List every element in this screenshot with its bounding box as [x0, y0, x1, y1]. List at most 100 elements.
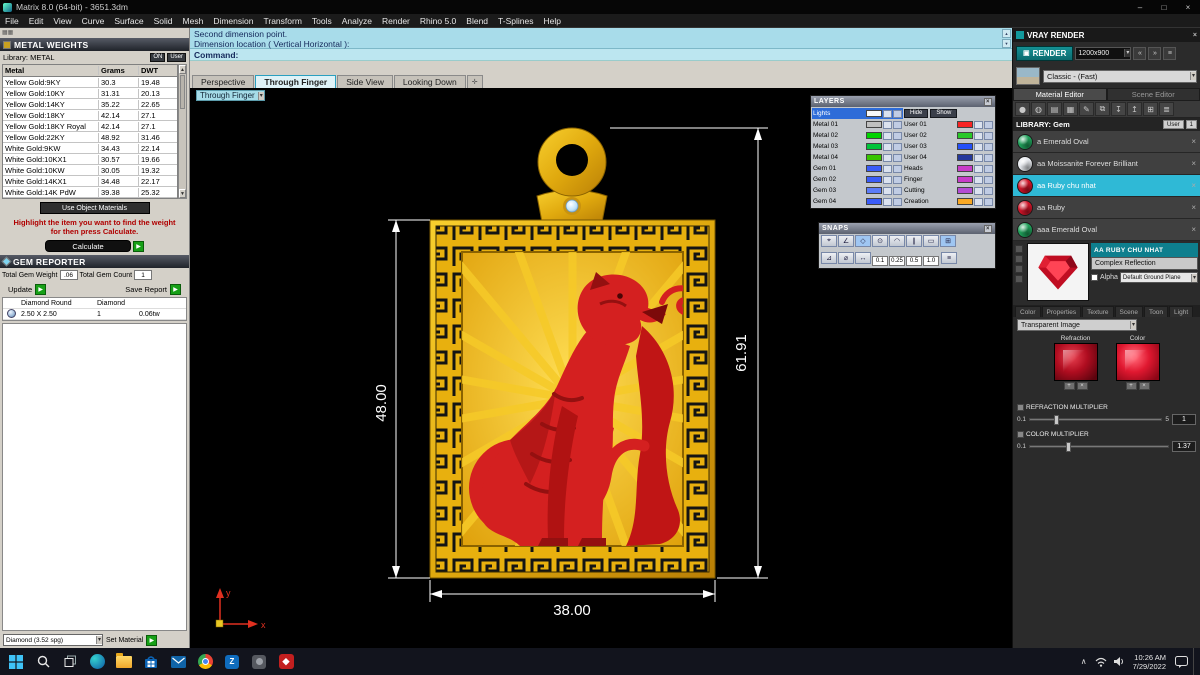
- network-icon[interactable]: [1094, 650, 1108, 674]
- edge-icon[interactable]: [85, 650, 109, 674]
- refraction-add-icon[interactable]: +: [1063, 382, 1075, 390]
- material-property-tab[interactable]: Scene: [1114, 306, 1143, 317]
- menu-item[interactable]: Analyze: [337, 16, 377, 26]
- scroll-up-icon[interactable]: ▲: [1002, 29, 1011, 38]
- layer-visibility-toggle[interactable]: [883, 164, 892, 173]
- menu-item[interactable]: Curve: [77, 16, 110, 26]
- render-settings-icon[interactable]: ≡: [1163, 46, 1177, 60]
- snaps-close-icon[interactable]: ×: [984, 224, 992, 233]
- menu-item[interactable]: T-Splines: [493, 16, 538, 26]
- distance-snap-icon[interactable]: ↔: [855, 252, 871, 264]
- planar-snap-icon[interactable]: ▭: [923, 235, 939, 247]
- material-delete-icon[interactable]: ×: [1191, 159, 1196, 168]
- chevron-down-icon[interactable]: ▾: [1190, 273, 1197, 282]
- taskbar-clock[interactable]: 10:26 AM 7/29/2022: [1130, 653, 1169, 671]
- update-button[interactable]: ▶: [35, 283, 47, 295]
- layer-visibility-toggle[interactable]: [974, 153, 983, 162]
- grid-snap-icon[interactable]: ⌖: [821, 235, 837, 247]
- chevron-down-icon[interactable]: ▾: [1129, 321, 1136, 329]
- preview-tool-icon-2[interactable]: [1015, 255, 1023, 263]
- scroll-down-icon[interactable]: ▼: [1002, 39, 1011, 48]
- layer-visibility-toggle[interactable]: [883, 142, 892, 151]
- layer-lock-toggle[interactable]: [984, 164, 993, 173]
- chevron-down-icon[interactable]: ▾: [1124, 49, 1131, 57]
- start-button[interactable]: [4, 650, 28, 674]
- refraction-remove-icon[interactable]: ×: [1076, 382, 1088, 390]
- refraction-color-swatch[interactable]: [1053, 343, 1098, 381]
- layer-visibility-toggle[interactable]: [974, 175, 983, 184]
- gem-table-row[interactable]: 2.50 X 2.50 1 0.06tw: [3, 308, 186, 320]
- scroll-down-icon[interactable]: ▼: [179, 189, 186, 198]
- total-gem-count-value[interactable]: 1: [134, 270, 153, 280]
- layer-row[interactable]: Gem 03: [812, 185, 903, 196]
- chevron-down-icon[interactable]: ▾: [1189, 72, 1196, 80]
- layer-row[interactable]: User 04: [903, 152, 994, 163]
- layer-color-chip[interactable]: [957, 143, 973, 150]
- layer-color-chip[interactable]: [957, 154, 973, 161]
- layer-row[interactable]: Gem 04: [812, 196, 903, 207]
- metal-table-row[interactable]: White Gold:10KW 30.05 19.32: [3, 165, 177, 176]
- layer-visibility-toggle[interactable]: [974, 131, 983, 140]
- preview-tool-icon-1[interactable]: [1015, 245, 1023, 253]
- layer-visibility-toggle[interactable]: [883, 197, 892, 206]
- panel-handle[interactable]: ▦▦: [0, 28, 189, 38]
- hide-button[interactable]: Hide: [904, 109, 929, 118]
- layer-lock-toggle[interactable]: [893, 197, 902, 206]
- new-viewport-tab-button[interactable]: ✛: [466, 75, 483, 88]
- layer-color-chip[interactable]: [957, 132, 973, 139]
- metal-table-row[interactable]: White Gold:14KX1 34.48 22.17: [3, 176, 177, 187]
- minimize-icon[interactable]: –: [1128, 0, 1152, 14]
- layer-color-chip[interactable]: [957, 187, 973, 194]
- volume-icon[interactable]: [1112, 650, 1126, 674]
- color-add-icon[interactable]: +: [1125, 382, 1137, 390]
- smart-track-icon[interactable]: ⊞: [940, 235, 956, 247]
- render-button[interactable]: ▣ RENDER: [1016, 45, 1074, 61]
- render-style-dropdown[interactable]: Classic - (Fast) ▾: [1043, 69, 1197, 83]
- slider-handle[interactable]: [1053, 414, 1059, 425]
- layer-lock-toggle[interactable]: [893, 109, 902, 118]
- material-list-item[interactable]: aa Ruby ×: [1013, 197, 1200, 219]
- color-remove-icon[interactable]: ×: [1138, 382, 1150, 390]
- menu-item[interactable]: Blend: [461, 16, 493, 26]
- menu-item[interactable]: Solid: [149, 16, 178, 26]
- layer-color-chip[interactable]: [866, 110, 882, 117]
- metal-table-row[interactable]: White Gold:14K PdW 39.38 25.32: [3, 187, 177, 198]
- preview-tool-icon-3[interactable]: [1015, 265, 1023, 273]
- gem-list-area[interactable]: [2, 323, 187, 631]
- hidden-icons-chevron-icon[interactable]: ∧: [1078, 657, 1090, 666]
- menu-item[interactable]: Edit: [24, 16, 49, 26]
- diameter-snap-icon[interactable]: ⌀: [838, 252, 854, 264]
- layer-row[interactable]: Gem 01: [812, 163, 903, 174]
- material-delete-icon[interactable]: ×: [1191, 137, 1196, 146]
- material-property-tab[interactable]: Color: [1015, 306, 1041, 317]
- metal-table-row[interactable]: Yellow Gold:18KY 42.14 27.1: [3, 110, 177, 121]
- gem-reporter-header[interactable]: GEM REPORTER: [0, 255, 189, 268]
- layer-visibility-toggle[interactable]: [974, 164, 983, 173]
- snaps-panel-titlebar[interactable]: SNAPS ×: [819, 223, 995, 234]
- column-grams[interactable]: Grams: [99, 66, 139, 75]
- tab-through-finger[interactable]: Through Finger: [255, 75, 337, 88]
- material-delete-icon[interactable]: ×: [1191, 225, 1196, 234]
- layer-color-chip[interactable]: [957, 176, 973, 183]
- layer-row[interactable]: User 01: [903, 119, 994, 130]
- parallel-snap-icon[interactable]: ∥: [906, 235, 922, 247]
- layer-lock-toggle[interactable]: [893, 164, 902, 173]
- menu-item[interactable]: Help: [538, 16, 565, 26]
- layer-lock-toggle[interactable]: [893, 131, 902, 140]
- sphere-material-icon[interactable]: ●: [1015, 102, 1030, 116]
- vray-close-icon[interactable]: ×: [1193, 32, 1197, 39]
- layer-lock-toggle[interactable]: [893, 175, 902, 184]
- file-explorer-icon[interactable]: [112, 650, 136, 674]
- arc-snap-icon[interactable]: ◠: [889, 235, 905, 247]
- layer-color-chip[interactable]: [866, 198, 882, 205]
- layer-color-chip[interactable]: [866, 154, 882, 161]
- edit-material-icon[interactable]: ✎: [1079, 102, 1094, 116]
- store-icon[interactable]: [139, 650, 163, 674]
- library-page-button[interactable]: 1: [1185, 120, 1197, 129]
- chrome-icon[interactable]: [193, 650, 217, 674]
- reflection-type-dropdown[interactable]: Complex Reflection: [1091, 257, 1198, 270]
- set-material-button[interactable]: ▶: [146, 634, 158, 646]
- chevron-down-icon[interactable]: ▾: [257, 91, 264, 100]
- tab-material-editor[interactable]: Material Editor: [1013, 88, 1107, 101]
- snap-options-icon[interactable]: ≡: [941, 252, 957, 264]
